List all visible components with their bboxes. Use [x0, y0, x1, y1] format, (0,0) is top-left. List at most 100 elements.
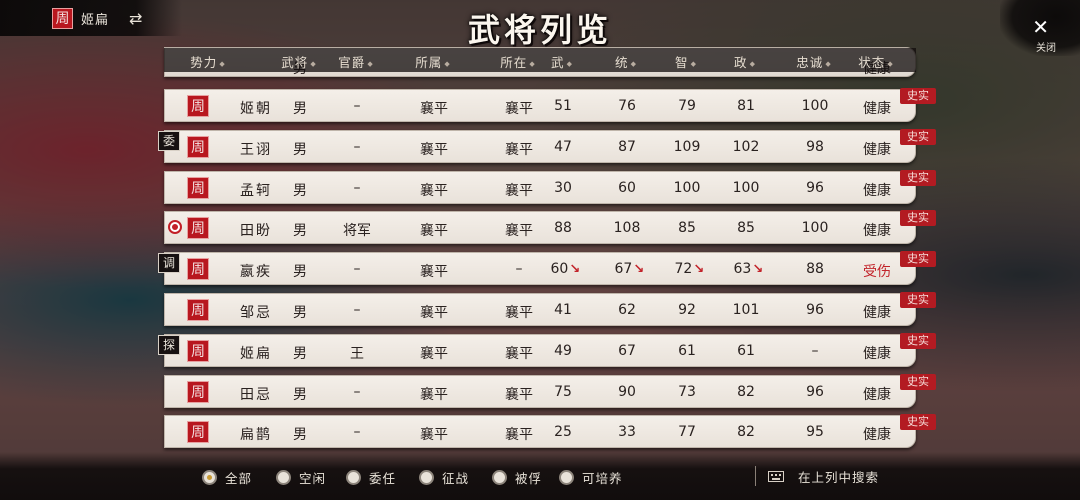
close-button[interactable]: ✕ 关闭: [1000, 0, 1080, 56]
officer-name: 姬扁: [240, 345, 272, 362]
column-header-label: 势力: [190, 55, 218, 70]
cell-value: 108: [613, 220, 641, 237]
column-header-label: 状态: [858, 55, 886, 70]
cell-zhi: 61: [678, 343, 696, 359]
cell-value: 襄平: [420, 264, 448, 281]
filter-option-2[interactable]: 委任: [346, 468, 396, 487]
filter-bar: 全部 空闲 委任 征战 被俘 可培养 在上列中搜索: [0, 452, 1080, 500]
cell-value: 81: [737, 98, 755, 114]
cell-tong: 67: [618, 343, 636, 359]
column-header-4[interactable]: 所在 ◆: [500, 52, 535, 71]
cell-value: 男: [293, 427, 307, 444]
cell-value: 49: [554, 342, 572, 359]
historical-badge: 史实: [900, 292, 936, 308]
cell-gender: 男: [293, 98, 307, 118]
officer-name: 扁鹊: [240, 427, 272, 444]
cell-value: 襄平: [505, 182, 533, 199]
cell-zhi: 100: [674, 180, 701, 196]
column-header-9[interactable]: 忠诚 ◆: [796, 52, 831, 71]
cell-status: 受伤: [863, 261, 891, 281]
row-tag: 调: [158, 253, 180, 274]
cell-value: 男: [293, 386, 307, 403]
filter-option-0[interactable]: 全部: [202, 468, 252, 487]
column-header-0[interactable]: 势力 ◆: [190, 52, 225, 71]
cell-value: 襄平: [505, 223, 533, 240]
cell-value: 41: [554, 302, 572, 318]
cell-zheng: 61: [737, 343, 755, 359]
cell-wu: 47: [554, 139, 572, 155]
cell-value: 87: [618, 138, 636, 155]
sort-icon: ◆: [219, 59, 226, 68]
column-header-3[interactable]: 所属 ◆: [415, 52, 450, 71]
table-row[interactable]: 周 田忌 男 – 襄平 襄平 75 90 73 82 96 健康: [164, 374, 916, 408]
cell-value: 61: [737, 342, 755, 359]
cell-status: 健康: [863, 139, 891, 159]
down-arrow-icon: ↘: [693, 262, 705, 278]
cell-zhi: 85: [678, 220, 696, 236]
sort-icon: ◆: [310, 59, 317, 68]
sort-icon: ◆: [825, 59, 832, 68]
cell-rank: –: [354, 139, 361, 155]
cell-zheng: 63↘: [734, 261, 764, 277]
cell-value: 襄平: [420, 345, 448, 362]
cell-value: 102: [732, 138, 760, 155]
cell-value: 60: [618, 179, 636, 196]
historical-badge: 史实: [900, 169, 936, 186]
cell-loyalty: 95: [806, 424, 824, 440]
column-header-2[interactable]: 官爵 ◆: [338, 52, 373, 71]
table-row[interactable]: 周嬴疾男 – 襄平 –60↘ 67↘ 72↘ 63↘ 88 受伤: [164, 252, 916, 286]
cell-zheng: 82: [737, 424, 755, 440]
column-header-7[interactable]: 智 ◆: [675, 52, 697, 71]
historical-badge: 史实: [900, 414, 936, 431]
cell-value: 61: [678, 342, 696, 359]
cell-wu: 49: [554, 343, 572, 359]
table-row[interactable]: 周 邹忌 男 – 襄平 襄平 41 62 92 101 96 健康: [164, 293, 916, 326]
cell-value: 33: [618, 424, 636, 441]
search-button[interactable]: 在上列中搜索: [768, 467, 879, 486]
table-row[interactable]: 周 孟轲 男 – 襄平 襄平 30 60 100 100 96 健康: [164, 170, 916, 204]
cell-value: –: [353, 302, 361, 318]
cell-value: 男: [293, 101, 307, 117]
cell-value: 25: [554, 424, 572, 441]
cell-status: 健康: [863, 343, 891, 363]
column-header-label: 政: [734, 55, 748, 70]
cell-gender: 男: [293, 424, 307, 444]
table-row[interactable]: 周 姬朝 男 – 襄平 襄平 51 76 79 81 100 健康: [164, 89, 916, 122]
column-header-6[interactable]: 统 ◆: [615, 52, 637, 71]
sort-icon: ◆: [630, 59, 637, 68]
radio-icon: [346, 470, 361, 485]
cell-location: 襄平: [505, 180, 533, 200]
cell-value: 96: [806, 302, 824, 318]
table-row[interactable]: 周 王诩 男 – 襄平 襄平 47 87 109 102 98 健康: [164, 129, 916, 163]
column-header-10[interactable]: 状态 ◆: [858, 52, 893, 71]
cell-zheng: 85: [737, 220, 755, 236]
filter-option-5[interactable]: 可培养: [559, 468, 623, 487]
cell-gender: 男: [293, 139, 307, 159]
cell-status: 健康: [863, 424, 891, 444]
cell-value: 96: [806, 383, 824, 400]
historical-badge: 史实: [900, 210, 936, 227]
filter-option-3[interactable]: 征战: [419, 468, 469, 487]
table-row[interactable]: 周 扁鹊 男 – 襄平 襄平 25 33 77 82 95 健康: [164, 415, 916, 449]
filter-option-4[interactable]: 被俘: [492, 468, 542, 487]
column-header-5[interactable]: 武 ◆: [551, 52, 573, 71]
sort-icon: ◆: [566, 59, 573, 68]
column-header-8[interactable]: 政 ◆: [734, 52, 756, 71]
sort-icon: ◆: [690, 59, 697, 68]
cell-value: 男: [293, 182, 307, 199]
cell-rank: –: [354, 261, 361, 277]
cell-location: 襄平: [505, 424, 533, 444]
table-row[interactable]: 周 姬扁 男 王 襄平 襄平 49 67 61 61 – 健康: [164, 333, 916, 367]
cell-gender: 男: [293, 180, 307, 200]
table-row[interactable]: 周 田盼 男 将军 襄平 襄平 88 108 85 85 100 健康: [164, 211, 916, 245]
cell-tong: 76: [618, 98, 636, 114]
filter-option-1[interactable]: 空闲: [276, 468, 326, 487]
cell-value: 健康: [863, 386, 891, 403]
historical-badge: 史实: [900, 373, 936, 390]
cell-value: 76: [618, 98, 636, 114]
officer-name: 孟轲: [240, 182, 272, 199]
cell-value: 98: [806, 138, 824, 155]
cell-loyalty: –: [812, 343, 819, 359]
officer-name: 田盼: [240, 223, 272, 240]
column-header-1[interactable]: 武将 ◆: [281, 52, 316, 71]
